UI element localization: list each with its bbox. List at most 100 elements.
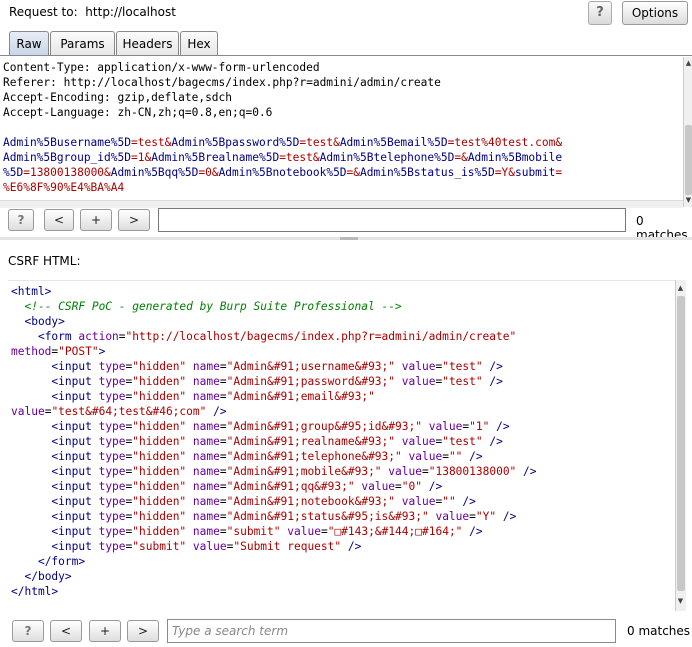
html-search-add-button[interactable]: + — [89, 620, 121, 642]
html-text — [402, 450, 409, 463]
html-text — [395, 375, 402, 388]
csrf-scroll-down-arrow-icon[interactable]: ▼ — [676, 597, 685, 606]
html-text — [395, 495, 402, 508]
options-button[interactable]: Options — [622, 1, 688, 25]
html-attribute-value: "Admin&#91;notebook&#93;" — [226, 495, 396, 508]
html-tag: /> — [462, 450, 483, 463]
request-search-prev-button[interactable]: < — [44, 209, 74, 231]
param-name: Admin%5Bqq%5D — [110, 166, 199, 179]
request-search-help-button[interactable]: ? — [8, 209, 34, 231]
tab-params[interactable]: Params — [50, 31, 115, 56]
html-search-help-button[interactable]: ? — [12, 620, 44, 642]
html-attribute-value: "Admin&#91;qq&#93;" — [226, 480, 355, 493]
param-value: =13800138000& — [23, 166, 111, 179]
html-attribute-value: "hidden" — [132, 450, 187, 463]
html-attribute-value: "0" — [401, 480, 423, 493]
html-tag: <input — [51, 390, 99, 403]
html-attribute-value: "hidden" — [132, 495, 187, 508]
html-attribute-value: "http://localhost/bagecms/index.php?r=ad… — [125, 330, 517, 343]
param-name: submit — [514, 166, 556, 179]
tab-raw[interactable]: Raw — [9, 31, 49, 56]
scroll-down-arrow-icon[interactable]: ▼ — [684, 196, 692, 205]
csrf-code-line: value="test&#64;test&#46;com" /> — [11, 404, 227, 419]
csrf-scroll-up-arrow-icon[interactable]: ▲ — [676, 284, 685, 293]
html-attribute: type — [98, 465, 126, 478]
html-attribute: type — [98, 420, 126, 433]
html-text — [186, 480, 193, 493]
csrf-code-line: <html> — [11, 284, 51, 299]
html-attribute-value: "hidden" — [132, 375, 187, 388]
html-tag: /> — [482, 360, 503, 373]
html-attribute: type — [98, 450, 126, 463]
html-attribute: value — [401, 435, 436, 448]
html-attribute-value: "Admin&#91;telephone&#93;" — [226, 450, 402, 463]
html-tag: /> — [455, 495, 476, 508]
request-search-next-button[interactable]: > — [118, 209, 150, 231]
html-attribute: value — [388, 465, 422, 478]
html-text: = — [469, 510, 476, 523]
top-bar: Request to: http://localhost ? Options — [0, 0, 692, 28]
html-attribute: type — [98, 360, 126, 373]
html-search-next-button[interactable]: > — [127, 620, 159, 642]
html-search-input[interactable] — [167, 619, 616, 643]
csrf-code-line: </form> — [11, 554, 85, 569]
html-search-prev-button[interactable]: < — [50, 620, 82, 642]
html-tag: /> — [489, 420, 510, 433]
scroll-up-arrow-icon[interactable]: ▲ — [684, 59, 692, 68]
html-attribute-value: "hidden" — [132, 525, 187, 538]
csrf-html-editor[interactable]: <html> <!-- CSRF PoC - generated by Burp… — [8, 280, 675, 611]
param-name: Admin%5Busername%5D — [3, 136, 131, 149]
help-button[interactable]: ? — [588, 1, 612, 25]
html-attribute: value — [401, 360, 436, 373]
html-attribute-value: "test" — [442, 375, 483, 388]
request-search-add-button[interactable]: + — [80, 209, 112, 231]
request-horizontal-scrollbar[interactable] — [0, 200, 683, 208]
html-tag: <html> — [11, 285, 52, 298]
html-attribute: name — [192, 420, 220, 433]
html-attribute-value: "□#143;&#144;□#164;" — [327, 525, 463, 538]
html-attribute: value — [435, 510, 470, 523]
html-tag: <input — [51, 420, 99, 433]
html-text: = — [219, 435, 227, 448]
html-tag: <input — [51, 495, 99, 508]
html-tag: <input — [51, 480, 99, 493]
csrf-code-line: method="POST"> — [11, 344, 105, 359]
html-attribute: value — [361, 480, 396, 493]
html-attribute: value — [408, 450, 443, 463]
html-text — [186, 450, 193, 463]
html-text: = — [395, 480, 402, 493]
html-text: = — [442, 450, 449, 463]
html-text — [186, 540, 193, 553]
param-name: Admin%5Bstatus_is%5D — [360, 166, 495, 179]
tab-headers[interactable]: Headers — [116, 31, 179, 56]
request-vertical-scrollbar[interactable]: ▲ ▼ — [683, 57, 692, 207]
html-text — [186, 525, 193, 538]
html-attribute-value: "submit" — [226, 525, 281, 538]
param-name: Admin%5Bnotebook%5D — [218, 166, 347, 179]
html-text — [395, 435, 402, 448]
html-attribute-value: "Admin&#91;mobile&#93;" — [226, 465, 382, 478]
tab-hex[interactable]: Hex — [180, 31, 218, 56]
html-tag: /> — [496, 510, 517, 523]
html-attribute: type — [98, 480, 126, 493]
html-text: = — [421, 465, 429, 478]
param-value: =1& — [130, 151, 152, 164]
csrf-code-line: <body> — [11, 314, 65, 329]
request-header-line: Referer: http://localhost/bagecms/index.… — [3, 76, 441, 89]
tab-divider — [0, 55, 692, 56]
html-attribute: value — [11, 405, 45, 418]
csrf-code-line: <input type="hidden" name="Admin&#91;use… — [11, 359, 503, 374]
csrf-scroll-thumb[interactable] — [677, 296, 685, 591]
request-search-input[interactable] — [158, 208, 626, 232]
html-search-matches: 0 matches — [627, 624, 691, 638]
divider-grip-icon[interactable] — [340, 237, 358, 240]
scroll-thumb[interactable] — [685, 125, 692, 195]
html-tag: /> — [482, 375, 503, 388]
html-tag: <body> — [24, 315, 65, 328]
csrf-vertical-scrollbar[interactable]: ▲ ▼ — [675, 280, 686, 611]
html-tag: <input — [51, 360, 99, 373]
param-value: =test& — [299, 136, 340, 149]
raw-request-editor[interactable]: Content-Type: application/x-www-form-url… — [0, 57, 683, 200]
html-attribute-value: "POST" — [58, 345, 99, 358]
html-tag: <input — [51, 375, 99, 388]
